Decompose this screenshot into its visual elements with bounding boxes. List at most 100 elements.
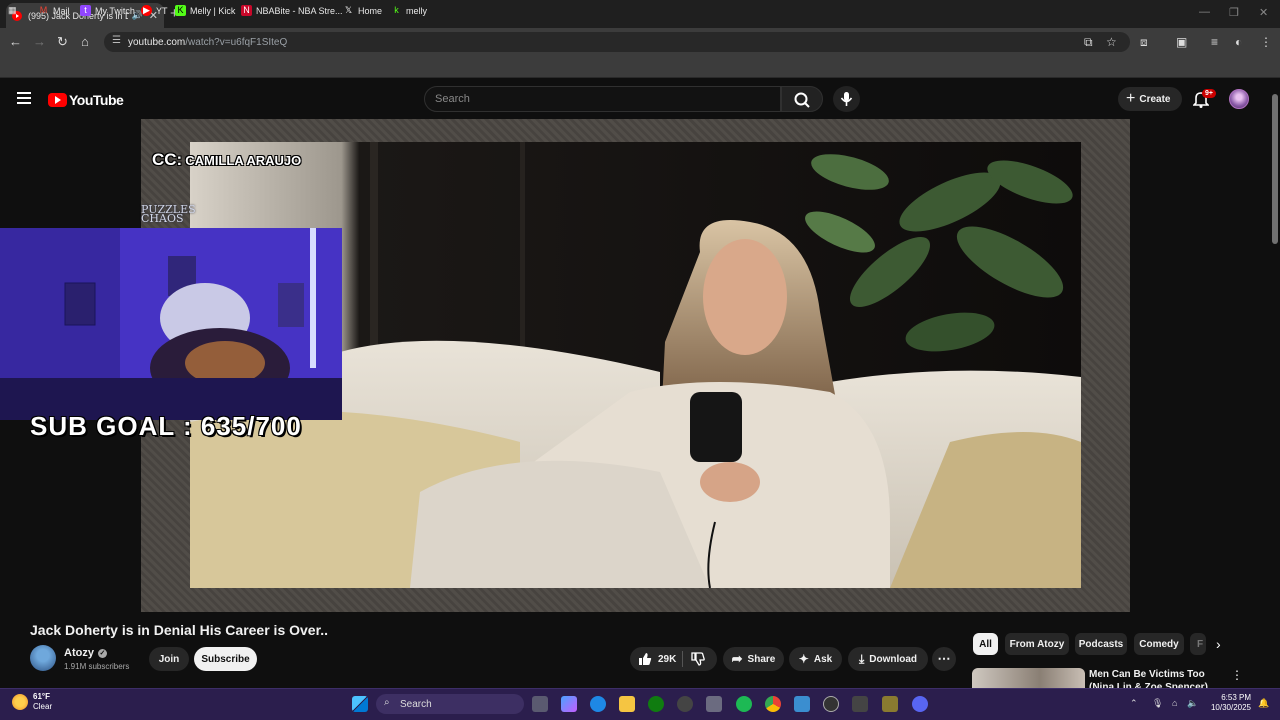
like-button[interactable]: 29K: [638, 652, 676, 666]
file-explorer-icon[interactable]: [619, 696, 635, 712]
search-icon: ⌕: [384, 697, 390, 708]
cast-icon[interactable]: ⧉: [1084, 35, 1093, 50]
media-player-icon[interactable]: [823, 696, 839, 712]
overlay-logo: PUZZLES CHAOS: [141, 203, 196, 225]
apps-grid-icon[interactable]: ▦: [8, 5, 17, 16]
microphone-tray-icon[interactable]: 🎙: [1152, 698, 1163, 709]
forward-icon[interactable]: →: [33, 34, 46, 49]
weather-sun-icon: [12, 694, 28, 710]
side-panel-icon[interactable]: ▣: [1176, 35, 1187, 49]
recommended-video-thumbnail[interactable]: [972, 668, 1085, 688]
minimize-icon[interactable]: —: [1199, 6, 1210, 18]
taskbar-search[interactable]: ⌕ Search: [376, 694, 524, 714]
bookmark-nbabite[interactable]: N NBABite - NBA Stre...: [241, 5, 343, 16]
notification-center-icon[interactable]: 🔔: [1258, 698, 1269, 709]
x-icon: 𝕏: [344, 5, 353, 15]
chip-podcasts[interactable]: Podcasts: [1075, 633, 1127, 655]
xbox-icon[interactable]: [648, 696, 664, 712]
channel-name[interactable]: Atozy ✓: [64, 647, 107, 659]
task-view-icon[interactable]: [532, 696, 548, 712]
channel-avatar[interactable]: [30, 645, 56, 671]
chevron-right-icon[interactable]: ›: [1216, 636, 1221, 652]
browser-menu-icon[interactable]: ⋮: [1260, 35, 1272, 49]
nba-icon: N: [241, 5, 252, 16]
youtube-logo[interactable]: YouTube: [48, 92, 124, 108]
app2-icon[interactable]: [852, 696, 868, 712]
gmail-icon: M: [39, 5, 48, 15]
sub-goal-overlay: SUB GOAL : 635/700: [30, 411, 302, 441]
chip-all[interactable]: All: [973, 633, 998, 655]
site-info-icon[interactable]: ☰: [112, 35, 121, 46]
recommended-video-title[interactable]: Men Can Be Victims Too (Nina Lin & Zoe S…: [1089, 668, 1219, 688]
search-icon: [794, 92, 810, 108]
photos-icon[interactable]: [794, 696, 810, 712]
twitch-icon: t: [80, 5, 91, 16]
network-icon[interactable]: ⌂: [1172, 698, 1177, 708]
reading-list-icon[interactable]: ≡: [1211, 35, 1218, 49]
bookmark-yt[interactable]: ▶ YT: [141, 5, 168, 16]
windows-start-icon[interactable]: [352, 696, 368, 712]
download-icon: ⤓: [858, 651, 865, 666]
subscribe-button[interactable]: Subscribe: [194, 647, 257, 671]
search-button[interactable]: [781, 86, 823, 112]
recommended-more-icon[interactable]: ⋮: [1231, 668, 1243, 682]
discord-icon[interactable]: [912, 696, 928, 712]
webcam-image: [0, 228, 342, 420]
app-icon[interactable]: [677, 696, 693, 712]
address-bar[interactable]: ☰ youtube.com/watch?v=u6fqF1SIteQ: [104, 32, 1130, 52]
search-input[interactable]: Search: [424, 86, 781, 112]
url-path: /watch?v=u6fqF1SIteQ: [185, 36, 288, 48]
share-button[interactable]: ➦ Share: [723, 647, 784, 671]
voice-search-button[interactable]: [833, 86, 860, 112]
bookmark-star-icon[interactable]: ☆: [1106, 35, 1117, 49]
edge-icon[interactable]: [590, 696, 606, 712]
back-icon[interactable]: ←: [9, 34, 22, 49]
dislike-button[interactable]: [691, 652, 705, 669]
tray-overflow-icon[interactable]: ⌃: [1130, 698, 1138, 709]
chip-from-atozy[interactable]: From Atozy: [1005, 633, 1069, 655]
bookmark-mail[interactable]: M Mail: [38, 5, 70, 16]
app3-icon[interactable]: [882, 696, 898, 712]
spotify-icon[interactable]: [736, 696, 752, 712]
thumbs-down-icon: [691, 652, 705, 666]
more-horizontal-icon: ⋯: [937, 651, 951, 666]
kick-icon: K: [175, 5, 186, 16]
window-close-icon[interactable]: ✕: [1259, 6, 1268, 19]
ask-button[interactable]: ✦ Ask: [789, 647, 842, 671]
scrollbar-thumb[interactable]: [1272, 94, 1278, 244]
menu-icon[interactable]: [17, 92, 31, 104]
bookmarks-bar: [0, 56, 1280, 78]
streamer-webcam-overlay: [0, 228, 342, 420]
youtube-icon: ▶: [141, 5, 152, 16]
account-avatar[interactable]: [1229, 89, 1249, 109]
bookmark-my-twitch[interactable]: t My Twitch: [80, 5, 135, 16]
windows-taskbar: [0, 688, 1280, 720]
chip-truncated[interactable]: F: [1190, 633, 1206, 655]
home-icon[interactable]: ⌂: [81, 34, 89, 49]
like-dislike-group: 29K: [630, 647, 717, 671]
bookmark-home[interactable]: 𝕏 Home: [343, 5, 382, 16]
copilot-icon[interactable]: [561, 696, 577, 712]
volume-icon[interactable]: 🔈: [1187, 698, 1198, 709]
more-actions-button[interactable]: ⋯: [932, 647, 956, 671]
chip-comedy[interactable]: Comedy: [1134, 633, 1184, 655]
chrome-icon[interactable]: [765, 696, 781, 712]
extensions-icon[interactable]: ⧈: [1140, 35, 1148, 50]
profile-icon[interactable]: ◐: [1235, 35, 1242, 49]
download-button[interactable]: ⤓ Download: [848, 647, 928, 671]
overlay-credit-text: CC: CAMILLA ARAUJO: [152, 150, 302, 169]
create-button[interactable]: + Create: [1118, 87, 1182, 111]
video-title: Jack Doherty is in Denial His Career is …: [30, 622, 329, 638]
store-icon[interactable]: [706, 696, 722, 712]
bookmark-melly[interactable]: k melly: [391, 5, 427, 16]
bookmark-melly-kick[interactable]: K Melly | Kick: [175, 5, 235, 16]
weather-widget[interactable]: 61°F Clear: [12, 692, 52, 712]
join-button[interactable]: Join: [149, 647, 189, 671]
taskbar-clock[interactable]: 6:53 PM 10/30/2025: [1205, 693, 1251, 713]
maximize-icon[interactable]: ❐: [1229, 6, 1239, 19]
sparkle-icon: ✦: [798, 652, 809, 666]
reload-icon[interactable]: ↻: [57, 34, 68, 50]
notification-badge: 9+: [1202, 89, 1216, 98]
verified-check-icon: ✓: [97, 648, 107, 658]
kick-icon: k: [394, 5, 399, 15]
